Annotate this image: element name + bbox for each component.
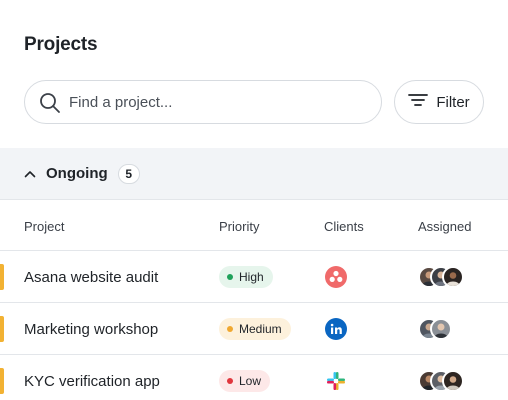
priority-dot xyxy=(227,378,233,384)
table-header: Project Priority Clients Assigned xyxy=(0,200,508,251)
priority-label: High xyxy=(239,270,264,284)
priority-badge: Low xyxy=(219,370,271,392)
priority-label: Low xyxy=(239,374,262,388)
filter-icon xyxy=(408,93,429,111)
project-name: Marketing workshop xyxy=(24,321,159,338)
chevron-up-icon[interactable] xyxy=(24,170,36,178)
table-row[interactable]: Asana website audit High xyxy=(0,251,508,303)
project-name: Asana website audit xyxy=(24,269,159,286)
row-accent-bar xyxy=(0,264,4,290)
group-header-ongoing[interactable]: Ongoing 5 xyxy=(0,148,508,200)
group-label: Ongoing xyxy=(46,165,108,182)
linkedin-logo-icon xyxy=(325,318,347,340)
group-count-badge: 5 xyxy=(117,163,140,184)
table-row[interactable]: Marketing workshop Medium xyxy=(0,303,508,355)
asana-logo-icon xyxy=(325,266,347,288)
slack-logo-icon xyxy=(325,370,347,392)
avatar xyxy=(442,370,464,392)
priority-dot xyxy=(227,326,233,332)
priority-badge: Medium xyxy=(219,318,291,340)
avatar xyxy=(430,318,452,340)
search-icon xyxy=(39,92,61,119)
table-row[interactable]: KYC verification app Low xyxy=(0,355,508,400)
column-header-priority[interactable]: Priority xyxy=(219,219,259,234)
avatar xyxy=(442,266,464,288)
filter-label: Filter xyxy=(436,93,470,111)
search-input[interactable] xyxy=(69,81,369,123)
column-header-clients[interactable]: Clients xyxy=(324,219,364,234)
column-header-project[interactable]: Project xyxy=(24,219,64,234)
row-accent-bar xyxy=(0,368,4,394)
priority-dot xyxy=(227,274,233,280)
project-name: KYC verification app xyxy=(24,373,160,390)
column-header-assigned[interactable]: Assigned xyxy=(418,219,471,234)
priority-badge: High xyxy=(219,266,273,288)
filter-button[interactable]: Filter xyxy=(394,80,484,124)
row-accent-bar xyxy=(0,316,4,342)
page-title: Projects xyxy=(24,34,98,55)
search-box[interactable] xyxy=(24,80,382,124)
priority-label: Medium xyxy=(239,322,282,336)
